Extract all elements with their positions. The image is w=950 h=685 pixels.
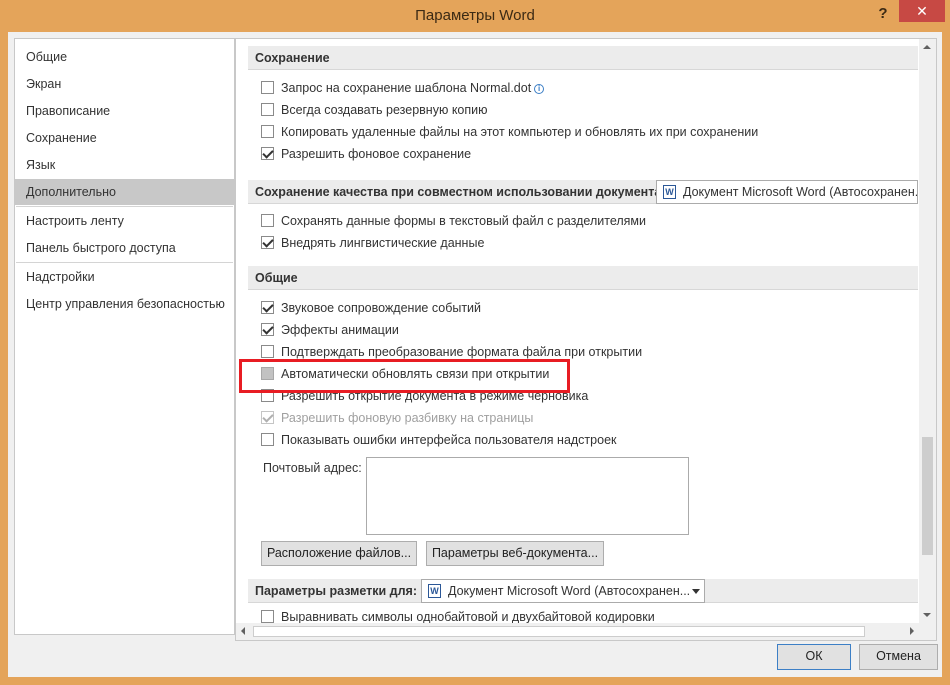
- horizontal-scrollbar[interactable]: [236, 623, 919, 640]
- checkbox[interactable]: [261, 301, 274, 314]
- sidebar-item-trust-center[interactable]: Центр управления безопасностью: [15, 291, 234, 317]
- option-row[interactable]: Звуковое сопровождение событий: [261, 300, 481, 318]
- option-label: Автоматически обновлять связи при открыт…: [281, 367, 550, 381]
- sidebar-item-quick-access-toolbar[interactable]: Панель быстрого доступа: [15, 235, 234, 261]
- word-document-icon: [663, 185, 676, 199]
- checkbox[interactable]: [261, 323, 274, 336]
- options-panel: Сохранение Запрос на сохранение шаблона …: [235, 38, 937, 641]
- scroll-up-icon[interactable]: [923, 45, 931, 49]
- option-row[interactable]: Подтверждать преобразование формата файл…: [261, 344, 642, 362]
- option-row[interactable]: Сохранять данные формы в текстовый файл …: [261, 213, 646, 231]
- checkbox: [261, 411, 274, 424]
- dropdown-value: Документ Microsoft Word (Автосохранен...: [448, 584, 691, 598]
- web-options-button[interactable]: Параметры веб-документа...: [426, 541, 604, 566]
- sidebar-item-proofing[interactable]: Правописание: [15, 98, 234, 124]
- option-label: Всегда создавать резервную копию: [281, 103, 488, 117]
- sidebar-item-save[interactable]: Сохранение: [15, 125, 234, 151]
- ok-button[interactable]: ОК: [777, 644, 851, 670]
- scroll-down-icon[interactable]: [923, 613, 931, 617]
- option-label: Разрешить открытие документа в режиме че…: [281, 389, 589, 403]
- checkbox[interactable]: [261, 433, 274, 446]
- word-document-icon: [428, 584, 441, 598]
- chevron-down-icon: [692, 589, 700, 594]
- checkbox[interactable]: [261, 389, 274, 402]
- title-bar: Параметры Word ? ✕: [0, 0, 950, 32]
- checkbox[interactable]: [261, 610, 274, 623]
- sidebar-item-addins[interactable]: Надстройки: [15, 264, 234, 290]
- option-row[interactable]: Внедрять лингвистические данные: [261, 235, 484, 253]
- mail-address-input[interactable]: [366, 457, 689, 535]
- scroll-thumb[interactable]: [253, 626, 865, 637]
- option-label: Эффекты анимации: [281, 323, 399, 337]
- option-label: Разрешить фоновое сохранение: [281, 147, 472, 161]
- option-row[interactable]: Всегда создавать резервную копию: [261, 102, 488, 120]
- checkbox[interactable]: [261, 367, 274, 380]
- sidebar-divider: [16, 262, 233, 263]
- section-header-save: Сохранение: [248, 46, 918, 70]
- layout-document-dropdown[interactable]: Документ Microsoft Word (Автосохранен...: [421, 579, 705, 603]
- fidelity-document-dropdown[interactable]: Документ Microsoft Word (Автосохранен...: [656, 180, 918, 204]
- option-row-auto-update-links[interactable]: Автоматически обновлять связи при открыт…: [261, 366, 549, 384]
- mail-address-label: Почтовый адрес:: [263, 461, 362, 475]
- dropdown-value: Документ Microsoft Word (Автосохранен...: [683, 185, 918, 199]
- checkbox[interactable]: [261, 345, 274, 358]
- option-label: Подтверждать преобразование формата файл…: [281, 345, 643, 359]
- option-label: Внедрять лингвистические данные: [281, 236, 485, 250]
- option-label: Показывать ошибки интерфейса пользовател…: [281, 433, 617, 447]
- dialog-body: Общие Экран Правописание Сохранение Язык…: [8, 32, 942, 677]
- option-row[interactable]: Разрешить открытие документа в режиме че…: [261, 388, 588, 406]
- window-title: Параметры Word: [415, 7, 535, 24]
- scroll-right-icon[interactable]: [910, 627, 914, 635]
- option-label: Разрешить фоновую разбивку на страницы: [281, 411, 534, 425]
- section-header-general: Общие: [248, 266, 918, 290]
- checkbox[interactable]: [261, 81, 274, 94]
- option-label: Копировать удаленные файлы на этот компь…: [281, 125, 759, 139]
- checkbox[interactable]: [261, 125, 274, 138]
- file-locations-button[interactable]: Расположение файлов...: [261, 541, 417, 566]
- option-row[interactable]: Копировать удаленные файлы на этот компь…: [261, 124, 758, 142]
- option-label: Выравнивать символы однобайтовой и двухб…: [281, 610, 655, 624]
- option-label: Сохранять данные формы в текстовый файл …: [281, 214, 646, 228]
- checkbox[interactable]: [261, 103, 274, 116]
- help-button[interactable]: ?: [868, 2, 898, 26]
- option-row[interactable]: Показывать ошибки интерфейса пользовател…: [261, 432, 617, 450]
- option-label: Звуковое сопровождение событий: [281, 301, 482, 315]
- sidebar-divider: [16, 206, 233, 207]
- option-label: Запрос на сохранение шаблона Normal.dot: [281, 81, 532, 95]
- close-button[interactable]: ✕: [899, 0, 945, 22]
- scrollbar-corner: [919, 623, 936, 640]
- option-row[interactable]: Запрос на сохранение шаблона Normal.dot i: [261, 80, 545, 98]
- cancel-button[interactable]: Отмена: [859, 644, 938, 670]
- sidebar-item-display[interactable]: Экран: [15, 71, 234, 97]
- option-row[interactable]: Разрешить фоновое сохранение: [261, 146, 471, 164]
- sidebar: Общие Экран Правописание Сохранение Язык…: [14, 38, 235, 635]
- sidebar-item-customize-ribbon[interactable]: Настроить ленту: [15, 208, 234, 234]
- checkbox[interactable]: [261, 214, 274, 227]
- scroll-left-icon[interactable]: [241, 627, 245, 635]
- option-row: Разрешить фоновую разбивку на страницы: [261, 410, 533, 428]
- checkbox[interactable]: [261, 147, 274, 160]
- scroll-thumb[interactable]: [922, 437, 933, 555]
- sidebar-item-advanced[interactable]: Дополнительно: [15, 179, 234, 205]
- sidebar-item-language[interactable]: Язык: [15, 152, 234, 178]
- option-row[interactable]: Эффекты анимации: [261, 322, 399, 340]
- vertical-scrollbar[interactable]: [919, 39, 936, 623]
- info-icon: i: [534, 84, 545, 94]
- checkbox[interactable]: [261, 236, 274, 249]
- sidebar-item-general[interactable]: Общие: [15, 44, 234, 70]
